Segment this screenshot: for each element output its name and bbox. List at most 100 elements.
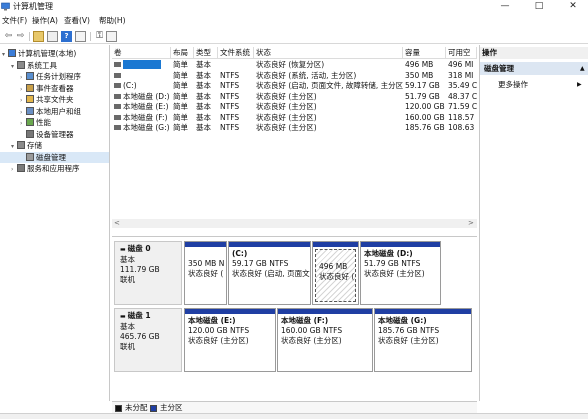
cell-capacity: 350 MB [405, 70, 434, 80]
partition-block[interactable]: (C:) 59.17 GB NTFS 状态良好 (启动, 页面文 [228, 241, 311, 305]
more-actions-item[interactable]: 更多操作 [498, 79, 528, 90]
menu-file[interactable]: 文件(F) [2, 16, 27, 26]
list-view-icon[interactable] [106, 31, 117, 42]
column-header-volume[interactable]: 卷 [112, 47, 171, 59]
column-header-free-space[interactable]: 可用空 [446, 47, 477, 59]
disk-icon: ▬ [120, 246, 128, 253]
help-icon[interactable]: ? [61, 31, 72, 42]
tree-item-services[interactable]: › 服务和应用程序 [0, 163, 109, 175]
show-hide-tree-icon[interactable] [47, 31, 58, 42]
column-header-layout[interactable]: 布局 [171, 47, 194, 59]
disk-name: ▬ 磁盘 1 [120, 311, 176, 322]
key-icon[interactable]: ⚿ [94, 31, 105, 42]
legend-label-primary: 主分区 [160, 403, 183, 412]
cell-fs: NTFS [220, 70, 240, 80]
more-actions-label: 更多操作 [498, 80, 528, 89]
table-row[interactable]: 本地磁盘 (D:) 简单 基本 NTFS 状态良好 (主分区) 51.79 GB 48.37… [112, 92, 477, 103]
event-icon [26, 83, 34, 92]
cell-layout: 简单 [173, 70, 188, 80]
cell-type: 基本 [196, 81, 211, 90]
tree-item-label: 任务计划程序 [36, 72, 81, 81]
tree-item-clock[interactable]: › 任务计划程序 [0, 71, 109, 83]
tree-item-event[interactable]: › 事件查看器 [0, 83, 109, 95]
cell-name: 本地磁盘 (F:) [112, 113, 171, 124]
disk-label-1[interactable]: ▬ 磁盘 1 基本 465.76 GB 联机 [114, 308, 182, 372]
tree-item-storage[interactable]: ▾ 存储 [0, 140, 109, 152]
cell-free: 108.63 [448, 123, 475, 132]
cell-fs: NTFS [220, 81, 240, 90]
volume-icon [114, 114, 121, 120]
properties-icon[interactable] [75, 31, 86, 42]
up-folder-icon[interactable] [33, 31, 44, 42]
cell-type: 基本 [196, 70, 211, 80]
partition-title: 本地磁盘 (G:) [378, 316, 427, 325]
minimize-button[interactable]: — [490, 0, 520, 13]
partition-block[interactable]: 本地磁盘 (E:) 120.00 GB NTFS 状态良好 (主分区) [184, 308, 276, 372]
tree-item-tools[interactable]: ▾ 系统工具 [0, 60, 109, 72]
partition-block[interactable]: 350 MB N 状态良好 ( [184, 241, 227, 305]
column-header-filesystem[interactable]: 文件系统 [218, 47, 254, 59]
column-header-status[interactable]: 状态 [254, 47, 403, 59]
actions-section-disk-management[interactable]: 磁盘管理 ▲ [480, 62, 588, 75]
cell-free: 35.49 C [448, 81, 477, 90]
cell-layout: 简单 [173, 123, 188, 132]
menu-help[interactable]: 帮助(H) [99, 16, 126, 26]
cell-status: 状态良好 (主分区) [256, 91, 317, 101]
cell-type: 基本 [196, 91, 211, 101]
partition-text: 496 MB 状态良好 ( [316, 250, 355, 284]
partition-block[interactable]: 本地磁盘 (D:) 51.79 GB NTFS 状态良好 (主分区) [360, 241, 441, 305]
partition-block[interactable]: 本地磁盘 (G:) 185.76 GB NTFS 状态良好 (主分区) [374, 308, 472, 372]
cell-capacity: 59.17 GB [405, 81, 440, 90]
tree-item-label: 共享文件夹 [36, 95, 74, 104]
partition-text: 本地磁盘 (F:) 160.00 GB NTFS 状态良好 (主分区) [278, 314, 372, 348]
tree-item-device[interactable]: 设备管理器 [0, 129, 109, 141]
table-row[interactable]: 本地磁盘 (G:) 简单 基本 NTFS 状态良好 (主分区) 185.76 GB 108.… [112, 123, 477, 134]
cell-name: 本地磁盘 (D:) [112, 92, 171, 103]
partition-text: 本地磁盘 (G:) 185.76 GB NTFS 状态良好 (主分区) [375, 314, 471, 348]
cell-type: 基本 [196, 102, 211, 111]
column-header-type[interactable]: 类型 [194, 47, 218, 59]
menu-action[interactable]: 操作(A) [32, 16, 58, 26]
table-row[interactable]: 本地磁盘 (F:) 简单 基本 NTFS 状态良好 (主分区) 160.00 GB 118.… [112, 113, 477, 124]
close-button[interactable]: ✕ [558, 0, 588, 13]
volume-name: 本地磁盘 (E:) [123, 102, 169, 111]
back-arrow-icon[interactable]: ⇦ [3, 31, 14, 42]
menu-view[interactable]: 查看(V) [64, 16, 90, 26]
partition-block[interactable]: 本地磁盘 (F:) 160.00 GB NTFS 状态良好 (主分区) [277, 308, 373, 372]
partition-size: 51.79 GB NTFS [364, 259, 421, 268]
table-row[interactable]: (C:) 简单 基本 NTFS 状态良好 (启动, 页面文件, 故障转储, 主分区) 59… [112, 81, 477, 92]
maximize-button[interactable]: □ [524, 0, 554, 13]
tree-item-disk[interactable]: 磁盘管理 [0, 151, 109, 163]
cell-status: 状态良好 (恢复分区) [256, 60, 325, 69]
scroll-right-arrow-icon[interactable]: > [468, 219, 474, 228]
toolbar-separator [90, 32, 91, 41]
horizontal-scrollbar[interactable]: < > [112, 219, 477, 228]
tree-item-users[interactable]: › 本地用户和组 [0, 106, 109, 118]
disk-type: 基本 [120, 255, 135, 264]
partition-title [188, 249, 223, 259]
disk-label-0[interactable]: ▬ 磁盘 0 基本 111.79 GB 联机 [114, 241, 182, 305]
status-bar [0, 413, 588, 419]
tree-item-folder[interactable]: › 共享文件夹 [0, 94, 109, 106]
cell-capacity: 51.79 GB [405, 91, 440, 101]
menu-bar: 文件(F) 操作(A) 查看(V) 帮助(H) [0, 14, 588, 28]
partition-block[interactable]: 496 MB 状态良好 ( [312, 241, 359, 305]
legend-swatch-unallocated [115, 405, 122, 412]
disk-map: ▬ 磁盘 0 基本 111.79 GB 联机 350 MB N 状态良好 ((C:) 59.… [112, 236, 477, 401]
cell-status: 状态良好 (启动, 页面文件, 故障转储, 主分区) [256, 81, 403, 90]
volume-name: 本地磁盘 (F:) [123, 112, 168, 122]
actions-header: 操作 [480, 47, 588, 59]
volume-icon [114, 93, 121, 99]
tree-item-performance[interactable]: › 性能 [0, 117, 109, 129]
table-row[interactable]: 本地磁盘 (E:) 简单 基本 NTFS 状态良好 (主分区) 120.00 GB 71.5… [112, 102, 477, 113]
column-header-capacity[interactable]: 容量 [403, 47, 446, 59]
forward-arrow-icon[interactable]: ⇨ [15, 31, 26, 42]
scroll-left-arrow-icon[interactable]: < [114, 219, 120, 228]
table-row[interactable]: 简单 基本 状态良好 (恢复分区) 496 MB 496 MI [112, 60, 477, 71]
table-row[interactable]: 简单 基本 NTFS 状态良好 (系统, 活动, 主分区) 350 MB 318 MI [112, 71, 477, 82]
tree-item-computer[interactable]: ▾ 计算机管理(本地) [0, 48, 109, 60]
clock-icon [26, 72, 34, 80]
computer-icon [8, 49, 16, 57]
collapse-up-icon[interactable]: ▲ [580, 62, 585, 75]
submenu-arrow-icon[interactable]: ▶ [577, 79, 582, 90]
